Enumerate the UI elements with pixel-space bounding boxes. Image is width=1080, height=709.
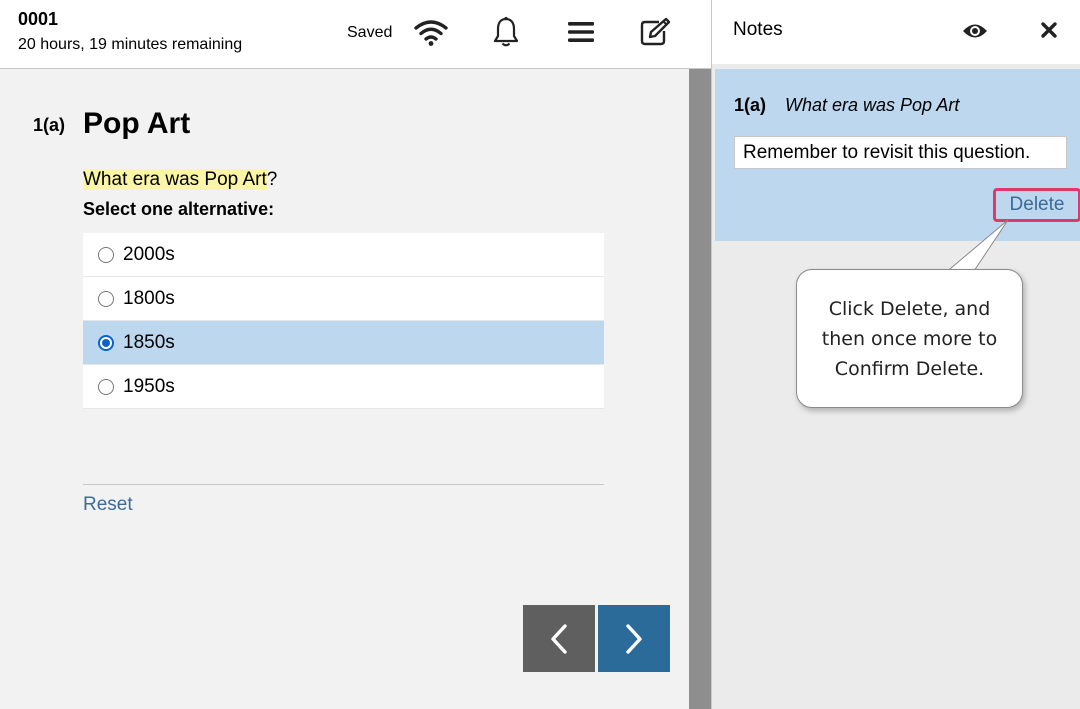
question-text: What era was Pop Art? [83, 169, 277, 191]
chevron-left-icon [551, 623, 567, 654]
exam-id: 0001 [18, 9, 59, 29]
question-title: Pop Art [83, 107, 191, 140]
option-1950s[interactable]: 1950s [83, 365, 604, 409]
option-2000s[interactable]: 2000s [83, 233, 604, 277]
notes-title: Notes [733, 19, 783, 40]
notes-header: Notes [712, 0, 1080, 64]
answer-options: 2000s 1800s 1850s 1950s [83, 233, 604, 409]
question-text-suffix: ? [266, 169, 278, 190]
instruction-callout: Click Delete, and then once more to Conf… [796, 269, 1023, 408]
option-label: 2000s [123, 243, 175, 265]
question-area: 1(a) Pop Art What era was Pop Art? Selec… [0, 69, 689, 709]
option-label: 1850s [123, 331, 175, 353]
wifi-icon[interactable] [413, 14, 449, 50]
radio-button[interactable] [98, 246, 114, 263]
radio-button-checked[interactable] [98, 334, 114, 351]
time-remaining: 20 hours, 19 minutes remaining [18, 36, 243, 53]
top-bar: 0001 20 hours, 19 minutes remaining Save… [0, 0, 711, 69]
note-card: 1(a) What era was Pop Art Delete [715, 69, 1080, 241]
next-button[interactable] [598, 605, 670, 672]
option-label: 1800s [123, 287, 175, 309]
question-instruction: Select one alternative: [83, 199, 275, 219]
option-label: 1950s [123, 375, 175, 397]
previous-button[interactable] [523, 605, 595, 672]
option-1850s[interactable]: 1850s [83, 321, 604, 365]
delete-button[interactable]: Delete [993, 188, 1080, 222]
scrollbar[interactable] [689, 69, 711, 709]
close-icon[interactable] [1035, 16, 1063, 44]
highlighted-text: What era was Pop Art [83, 169, 267, 190]
question-number: 1(a) [33, 115, 66, 135]
radio-button[interactable] [98, 290, 114, 307]
option-1800s[interactable]: 1800s [83, 277, 604, 321]
radio-button[interactable] [98, 378, 114, 395]
bell-icon[interactable] [488, 14, 524, 50]
note-question-text: What era was Pop Art [785, 95, 960, 115]
notes-edit-icon[interactable] [637, 14, 673, 50]
chevron-right-icon [626, 623, 642, 654]
eye-icon[interactable] [960, 16, 990, 46]
divider [83, 484, 604, 485]
note-question-number: 1(a) [734, 95, 767, 115]
save-status: Saved [347, 24, 393, 41]
menu-icon[interactable] [563, 14, 599, 50]
note-input[interactable] [734, 136, 1067, 169]
reset-link[interactable]: Reset [83, 494, 133, 516]
